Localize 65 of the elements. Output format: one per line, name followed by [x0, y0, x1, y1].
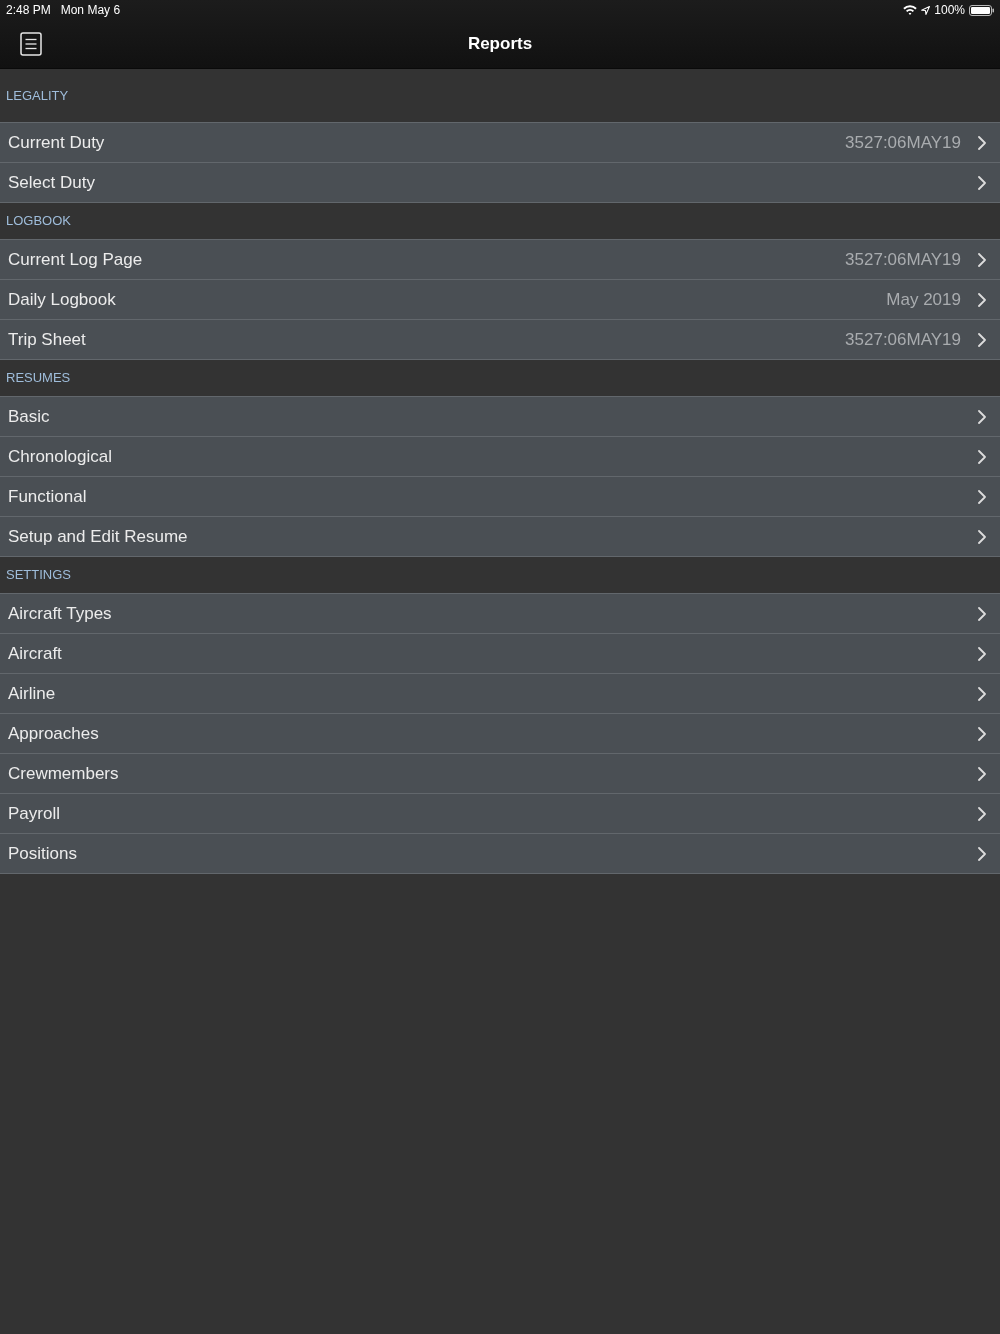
list-row[interactable]: Approaches [0, 713, 1000, 753]
row-label: Positions [8, 843, 77, 864]
row-label: Aircraft Types [8, 603, 112, 624]
list-row[interactable]: Current Log Page 3527:06MAY19 [0, 239, 1000, 279]
battery-percentage: 100% [934, 3, 965, 17]
screen-title: Reports [467, 34, 533, 54]
row-label: Basic [8, 406, 50, 427]
battery-icon [969, 4, 994, 16]
row-label: Daily Logbook [8, 289, 116, 310]
row-label: Approaches [8, 723, 99, 744]
list-row[interactable]: Positions [0, 833, 1000, 873]
list-row[interactable]: Daily Logbook May 2019 [0, 279, 1000, 319]
section-header: LEGALITY [6, 87, 69, 104]
chevron-icon [978, 175, 986, 190]
row-value: 3527:06MAY19 [845, 329, 961, 350]
chevron-icon [978, 332, 986, 347]
chevron-icon [978, 766, 986, 781]
row-label: Setup and Edit Resume [8, 526, 188, 547]
row-label: Functional [8, 486, 87, 507]
list-row[interactable]: Trip Sheet 3527:06MAY19 [0, 319, 1000, 359]
chevron-icon [978, 292, 986, 307]
chevron-icon [978, 846, 986, 861]
list-row[interactable]: Aircraft [0, 633, 1000, 673]
chevron-icon [978, 252, 986, 267]
chevron-icon [978, 409, 986, 424]
list-row[interactable]: Basic [0, 396, 1000, 436]
row-value: May 2019 [886, 289, 961, 310]
chevron-icon [978, 806, 986, 821]
status-date: Mon May 6 [60, 3, 121, 17]
list-row[interactable]: Aircraft Types [0, 593, 1000, 633]
list-row[interactable]: Current Duty 3527:06MAY19 [0, 122, 1000, 162]
row-label: Current Log Page [8, 249, 143, 270]
chevron-icon [978, 686, 986, 701]
row-label: Airline [8, 683, 56, 704]
chevron-icon [978, 606, 986, 621]
row-label: Current Duty [8, 132, 105, 153]
wifi-icon [903, 5, 918, 15]
menu-icon [20, 32, 42, 56]
row-label: Chronological [8, 446, 112, 467]
menu-button[interactable] [20, 32, 42, 56]
location-arrow-icon [921, 5, 931, 15]
row-value: 3527:06MAY19 [845, 249, 961, 270]
chevron-icon [978, 135, 986, 150]
row-label: Aircraft [8, 643, 62, 664]
status-time: 2:48 PM [6, 3, 51, 17]
list-row[interactable]: Chronological [0, 436, 1000, 476]
row-label: Payroll [8, 803, 60, 824]
list-row[interactable]: Payroll [0, 793, 1000, 833]
list-row[interactable]: Crewmembers [0, 753, 1000, 793]
row-label: Crewmembers [8, 763, 119, 784]
row-label: Trip Sheet [8, 329, 86, 350]
chevron-icon [978, 489, 986, 504]
section-header: RESUMES [6, 370, 71, 386]
list-row[interactable]: Functional [0, 476, 1000, 516]
chevron-icon [978, 726, 986, 741]
list-row[interactable]: Setup and Edit Resume [0, 516, 1000, 556]
section-header: LOGBOOK [6, 213, 72, 229]
chevron-icon [978, 449, 986, 464]
section-header: SETTINGS [6, 567, 71, 583]
row-label: Select Duty [8, 172, 95, 193]
list-row[interactable]: Airline [0, 673, 1000, 713]
row-value: 3527:06MAY19 [845, 132, 961, 153]
chevron-icon [978, 529, 986, 544]
chevron-icon [978, 646, 986, 661]
list-row[interactable]: Select Duty [0, 162, 1000, 202]
